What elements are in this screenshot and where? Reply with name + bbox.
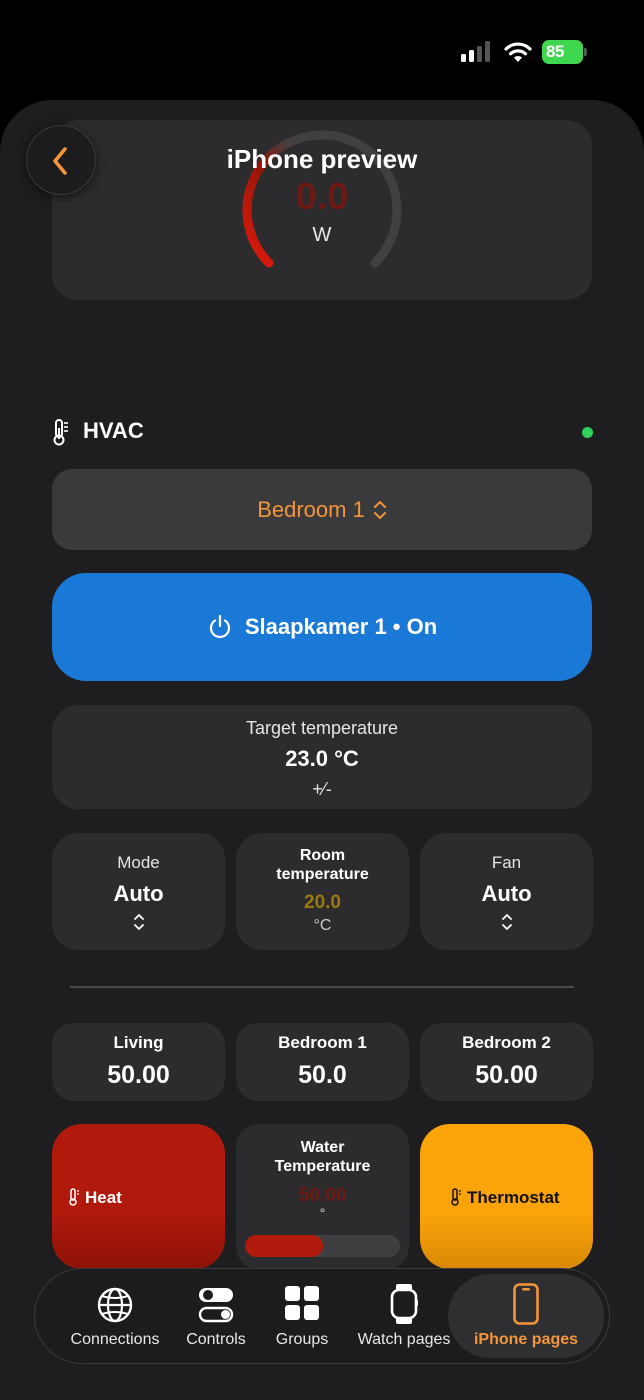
fan-value: Auto bbox=[481, 881, 532, 906]
thermostat-tile[interactable]: Thermostat bbox=[420, 1124, 593, 1269]
battery-level: 85 bbox=[542, 40, 583, 64]
tab-bar: Connections Controls Groups Watch pages … bbox=[34, 1268, 610, 1364]
tab-connections[interactable]: Connections bbox=[59, 1269, 171, 1365]
mode-label: Mode bbox=[117, 853, 160, 872]
status-bar: 85 bbox=[0, 0, 644, 100]
water-temperature-tile: Water Temperature 50.00 ° bbox=[236, 1124, 409, 1269]
room-picker[interactable]: Bedroom 1 bbox=[52, 469, 592, 550]
room-temperature-label-line1: Room bbox=[299, 847, 346, 864]
power-toggle-button[interactable]: Slaapkamer 1 • On bbox=[52, 573, 592, 681]
chevron-up-down-icon bbox=[133, 914, 144, 930]
thermometer-icon bbox=[53, 419, 68, 446]
chevron-up-down-icon bbox=[373, 500, 386, 519]
tab-label: iPhone pages bbox=[473, 1331, 579, 1348]
tab-groups[interactable]: Groups bbox=[263, 1269, 341, 1365]
tab-label: Groups bbox=[275, 1331, 329, 1348]
toggles-icon bbox=[198, 1288, 234, 1323]
fan-label: Fan bbox=[491, 853, 522, 872]
iphone-icon bbox=[513, 1283, 539, 1325]
plus-minus-icon: +⁄- bbox=[312, 779, 332, 799]
sensor-value: 50.0 bbox=[298, 1061, 347, 1089]
sensor-value: 50.00 bbox=[475, 1061, 538, 1089]
room-temperature-label-line2: temperature bbox=[276, 866, 369, 883]
water-temperature-value: 50.00 bbox=[298, 1185, 347, 1206]
connection-status-dot bbox=[582, 427, 593, 438]
room-temperature-value: 20.0 bbox=[304, 892, 341, 913]
sensor-label: Bedroom 2 bbox=[462, 1033, 551, 1052]
mode-tile[interactable]: Mode Auto bbox=[52, 833, 225, 950]
tab-watch-pages[interactable]: Watch pages bbox=[349, 1269, 459, 1365]
water-temperature-label-line1: Water bbox=[300, 1139, 345, 1156]
cellular-signal-icon bbox=[461, 40, 493, 62]
sensor-tile-bedroom-1: Bedroom 1 50.0 bbox=[236, 1023, 409, 1101]
thermometer-icon bbox=[451, 1188, 461, 1206]
target-temperature-label: Target temperature bbox=[245, 718, 399, 738]
power-button-label: Slaapkamer 1 • On bbox=[244, 614, 438, 639]
mode-value: Auto bbox=[113, 881, 164, 906]
battery-indicator: 85 bbox=[542, 40, 588, 64]
tab-controls[interactable]: Controls bbox=[175, 1269, 257, 1365]
sensor-value: 50.00 bbox=[107, 1061, 170, 1089]
sensor-label: Living bbox=[113, 1033, 164, 1052]
room-temperature-tile: Room temperature 20.0 °C bbox=[236, 833, 409, 950]
room-temperature-unit: °C bbox=[313, 917, 332, 934]
power-gauge-unit: W bbox=[312, 224, 332, 246]
water-temperature-bar-fill bbox=[245, 1235, 323, 1257]
water-temperature-bar bbox=[245, 1235, 400, 1257]
globe-icon bbox=[97, 1287, 133, 1323]
watch-icon bbox=[390, 1284, 418, 1324]
sensor-tile-living: Living 50.00 bbox=[52, 1023, 225, 1101]
heat-label: Heat bbox=[85, 1188, 122, 1207]
heat-tile[interactable]: Heat bbox=[52, 1124, 225, 1269]
thermometer-icon bbox=[69, 1188, 79, 1206]
tab-label: Connections bbox=[70, 1331, 160, 1348]
room-picker-label: Bedroom 1 bbox=[257, 496, 365, 522]
thermostat-label: Thermostat bbox=[467, 1188, 560, 1207]
target-temperature-card[interactable]: Target temperature 23.0 °C +⁄- bbox=[52, 705, 592, 809]
tab-iphone-pages[interactable]: iPhone pages bbox=[453, 1269, 599, 1365]
chevron-up-down-icon bbox=[501, 914, 512, 930]
power-gauge-value: 0.0 bbox=[295, 176, 349, 218]
power-icon bbox=[209, 614, 230, 639]
target-temperature-value: 23.0 °C bbox=[285, 746, 359, 771]
water-temperature-unit: ° bbox=[319, 1205, 326, 1221]
section-divider bbox=[70, 986, 574, 988]
page-title: iPhone preview bbox=[226, 144, 418, 174]
grid-icon bbox=[285, 1286, 319, 1320]
wifi-icon bbox=[504, 42, 532, 62]
hvac-section-title: HVAC bbox=[83, 418, 144, 443]
tab-label: Controls bbox=[186, 1331, 246, 1348]
preview-sheet: 0.0 W iPhone preview HVAC Bedroom 1 Slaa… bbox=[0, 100, 644, 1400]
sensor-tile-bedroom-2: Bedroom 2 50.00 bbox=[420, 1023, 593, 1101]
fan-tile[interactable]: Fan Auto bbox=[420, 833, 593, 950]
water-temperature-label-line2: Temperature bbox=[274, 1158, 371, 1175]
tab-label: Watch pages bbox=[357, 1331, 451, 1348]
sensor-label: Bedroom 1 bbox=[278, 1033, 367, 1052]
